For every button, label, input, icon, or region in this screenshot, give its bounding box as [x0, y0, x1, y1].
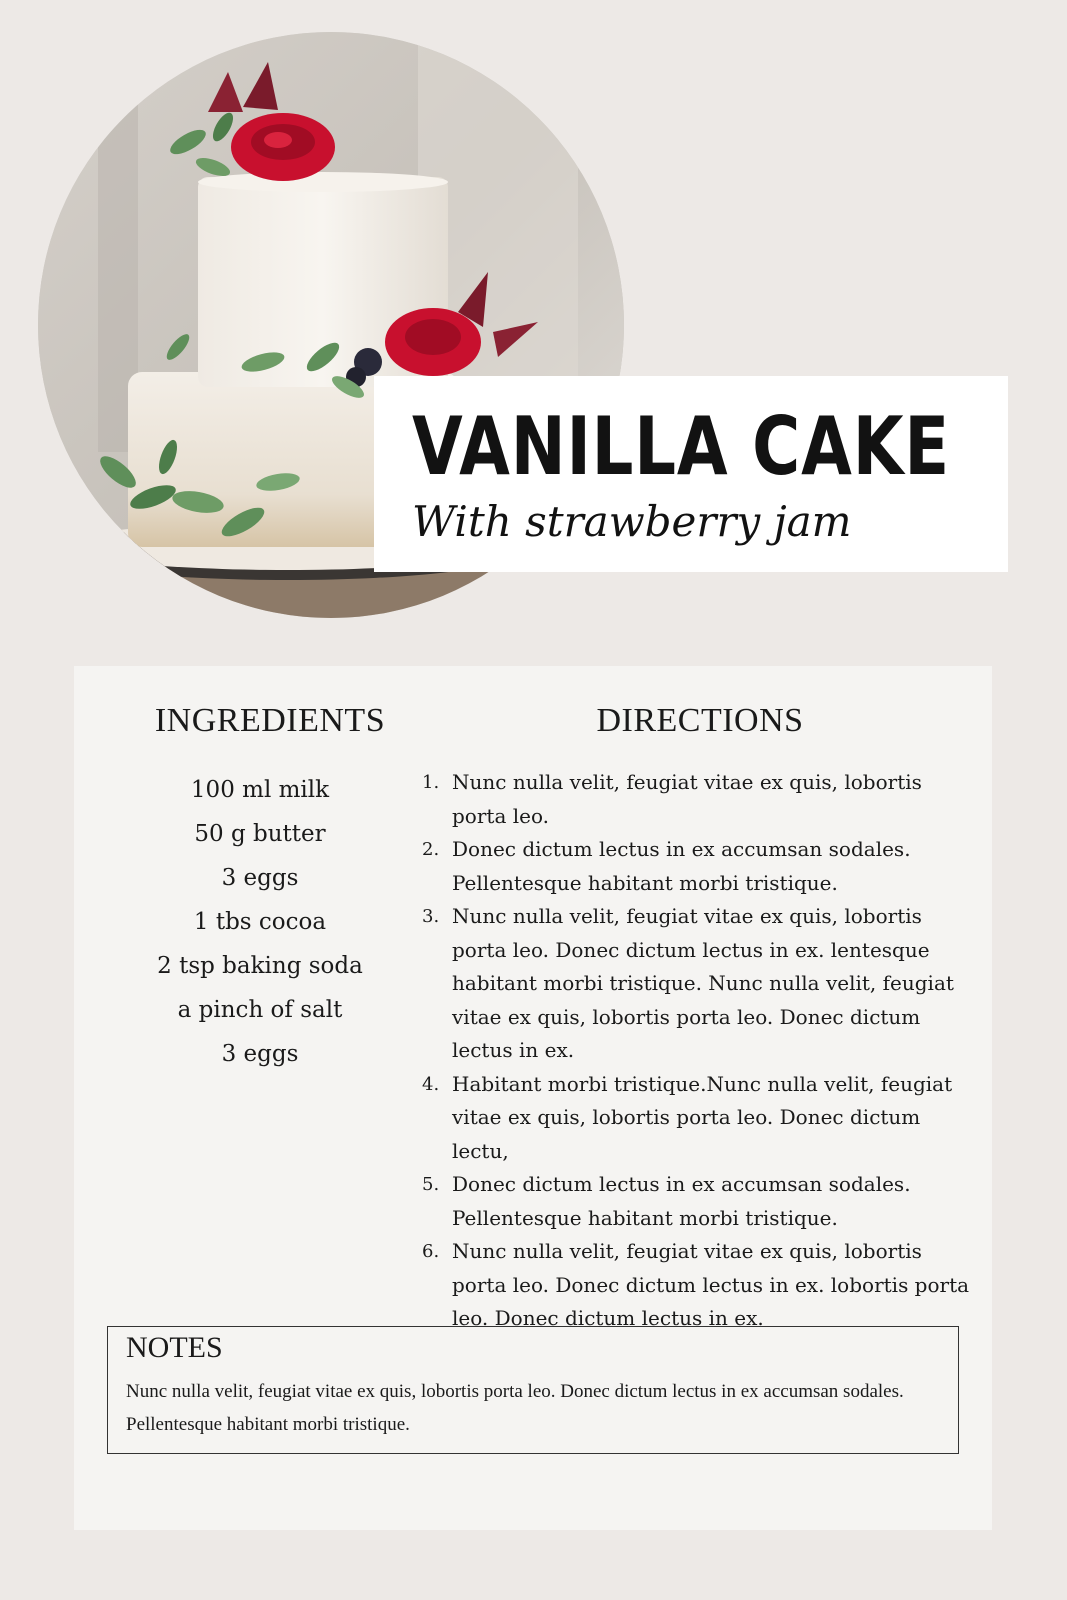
recipe-card: INGREDIENTS 100 ml milk 50 g butter 3 eg…: [74, 666, 992, 1530]
notes-text: Nunc nulla velit, feugiat vitae ex quis,…: [126, 1381, 904, 1435]
direction-step: 5. Donec dictum lectus in ex accumsan so…: [422, 1168, 970, 1235]
step-number: 2.: [422, 839, 440, 860]
directions-heading: DIRECTIONS: [596, 702, 804, 739]
notes-heading: NOTES: [126, 1331, 223, 1364]
ingredient-item: a pinch of salt: [177, 997, 343, 1023]
ingredient-item: 3 eggs: [221, 1041, 299, 1067]
directions-list: 1. Nunc nulla velit, feugiat vitae ex qu…: [422, 766, 970, 1336]
step-number: 6.: [422, 1241, 440, 1262]
step-number: 1.: [422, 772, 440, 793]
step-text: Donec dictum lectus in ex accumsan sodal…: [452, 1172, 911, 1230]
ingredient-item: 1 tbs cocoa: [193, 909, 327, 935]
step-text: Nunc nulla velit, feugiat vitae ex quis,…: [452, 904, 954, 1062]
direction-step: 4. Habitant morbi tristique.Nunc nulla v…: [422, 1068, 970, 1169]
recipe-subtitle: With strawberry jam: [412, 497, 852, 546]
step-text: Donec dictum lectus in ex accumsan sodal…: [452, 837, 911, 895]
step-text: Nunc nulla velit, feugiat vitae ex quis,…: [452, 1239, 970, 1330]
ingredient-item: 50 g butter: [194, 821, 326, 847]
direction-step: 6. Nunc nulla velit, feugiat vitae ex qu…: [422, 1235, 970, 1336]
direction-step: 1. Nunc nulla velit, feugiat vitae ex qu…: [422, 766, 970, 833]
step-number: 5.: [422, 1174, 440, 1195]
ingredient-item: 100 ml milk: [190, 777, 330, 803]
directions-section: DIRECTIONS 1. Nunc nulla velit, feugiat …: [422, 702, 970, 1336]
step-number: 3.: [422, 906, 440, 927]
notes-box: NOTES Nunc nulla velit, feugiat vitae ex…: [107, 1326, 959, 1454]
direction-step: 2. Donec dictum lectus in ex accumsan so…: [422, 833, 970, 900]
ingredients-section: INGREDIENTS 100 ml milk 50 g butter 3 eg…: [110, 702, 430, 1076]
ingredients-list: 100 ml milk 50 g butter 3 eggs 1 tbs coc…: [110, 768, 430, 1076]
title-card: VANILLA CAKE With strawberry jam: [374, 376, 1008, 572]
direction-step: 3. Nunc nulla velit, feugiat vitae ex qu…: [422, 900, 970, 1068]
step-text: Nunc nulla velit, feugiat vitae ex quis,…: [452, 770, 922, 828]
ingredients-heading: INGREDIENTS: [154, 702, 386, 739]
step-text: Habitant morbi tristique.Nunc nulla veli…: [452, 1071, 953, 1163]
recipe-title: VANILLA CAKE: [412, 400, 951, 493]
ingredient-item: 2 tsp baking soda: [157, 953, 363, 979]
ingredient-item: 3 eggs: [221, 865, 299, 891]
step-number: 4.: [422, 1073, 440, 1095]
